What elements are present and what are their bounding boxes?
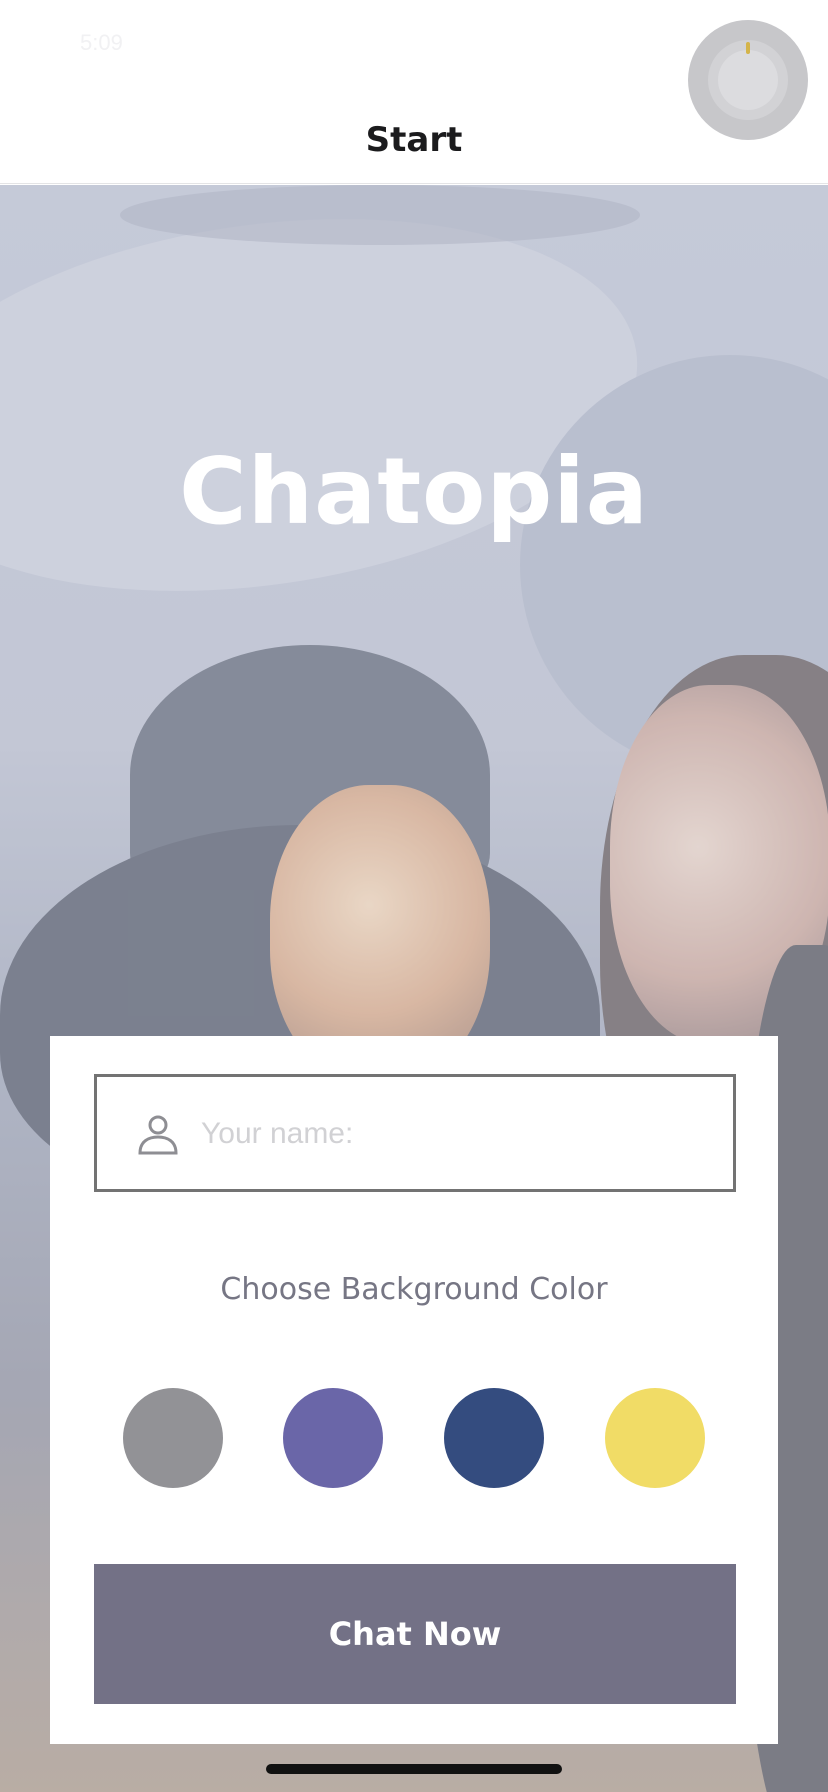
color-swatch-yellow[interactable] <box>605 1388 705 1488</box>
color-prompt: Choose Background Color <box>220 1272 608 1307</box>
color-swatch-navy[interactable] <box>444 1388 544 1488</box>
home-indicator <box>266 1764 562 1774</box>
assistive-touch-indicator <box>746 42 750 54</box>
start-card: Choose Background Color Chat Now <box>50 1036 778 1744</box>
app-title: Chatopia <box>179 438 649 545</box>
assistive-touch-ring-inner <box>718 50 778 110</box>
nav-title: Start <box>365 120 463 160</box>
status-time: 5:09 <box>80 30 123 55</box>
name-input[interactable] <box>201 1107 721 1161</box>
assistive-touch-icon[interactable] <box>688 20 808 140</box>
chat-now-button[interactable]: Chat Now <box>94 1564 736 1704</box>
color-swatch-purple[interactable] <box>283 1388 383 1488</box>
name-field[interactable] <box>94 1074 736 1192</box>
person-icon <box>138 1115 178 1155</box>
navigation-bar: 5:09 Start <box>0 0 828 184</box>
color-swatch-gray[interactable] <box>123 1388 223 1488</box>
